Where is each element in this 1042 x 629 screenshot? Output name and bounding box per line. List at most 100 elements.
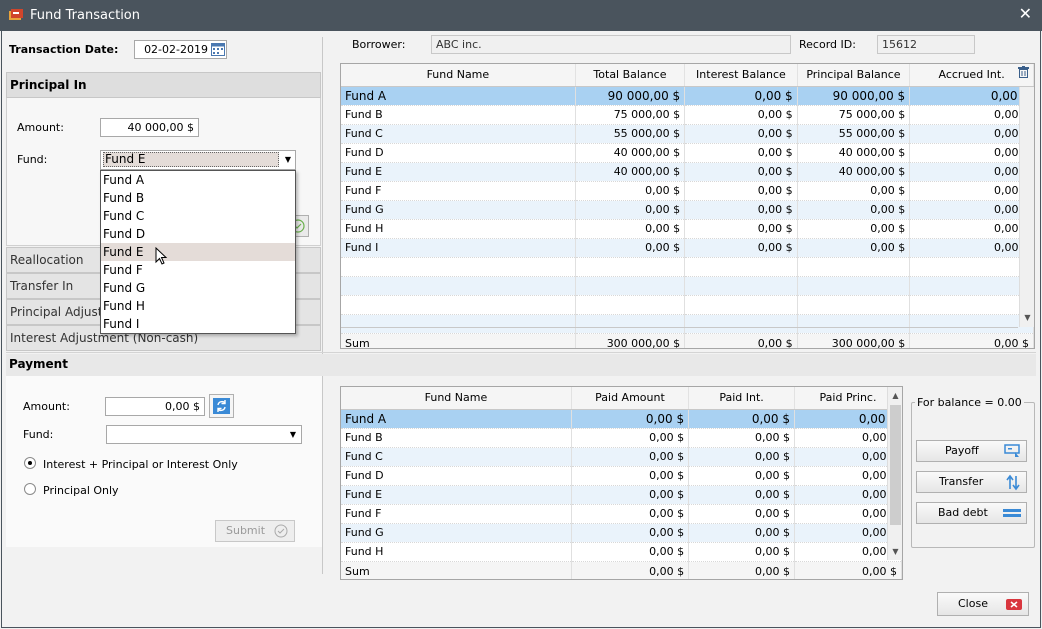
transfer-button[interactable]: Transfer <box>916 471 1027 493</box>
table-row[interactable]: Fund H 0,00 $0,00 $0,00 $ <box>341 542 902 562</box>
calendar-icon[interactable] <box>211 42 225 56</box>
chevron-down-icon[interactable]: ▼ <box>285 426 301 443</box>
payment-submit-button[interactable]: Submit <box>215 520 295 542</box>
table-cell: 0,00 $ <box>575 238 686 258</box>
dropdown-option[interactable]: Fund E <box>101 243 295 261</box>
dropdown-option[interactable]: Fund C <box>101 207 295 225</box>
transfer-label: Transfer <box>939 475 984 488</box>
table-cell: 40 000,00 $ <box>797 162 911 182</box>
table-row[interactable]: Fund G 0,00 $0,00 $0,00 $ <box>341 523 902 543</box>
dropdown-option[interactable]: Fund A <box>101 171 295 189</box>
table-row[interactable]: Fund B 75 000,00 $0,00 $75 000,00 $0,00 $ <box>341 105 1034 125</box>
principal-amount-input[interactable]: 40 000,00 $ <box>100 118 199 137</box>
table-cell: 0,00 $ <box>684 219 798 239</box>
scroll-down-icon[interactable]: ▼ <box>1020 311 1034 325</box>
table-row[interactable]: Fund C 55 000,00 $0,00 $55 000,00 $0,00 $ <box>341 124 1034 144</box>
fund-name-cell: Fund E <box>341 485 572 505</box>
radio-principal-only[interactable] <box>24 483 36 495</box>
scroll-thumb[interactable] <box>890 405 901 525</box>
table-cell: 0,00 $ <box>794 542 902 562</box>
payoff-icon <box>1004 444 1020 457</box>
payment-fund-select[interactable] <box>106 425 302 444</box>
table-cell: 0,00 $ <box>684 181 798 201</box>
empty-cell <box>575 314 686 334</box>
borrower-label: Borrower: <box>352 38 406 51</box>
sum-row: Sum 300 000,00 $0,00 $300 000,00 $0,00 $ <box>341 333 1034 348</box>
table-cell: 0,00 $ <box>688 542 796 562</box>
table-cell: 0,00 $ <box>909 181 1034 201</box>
dropdown-option[interactable]: Fund B <box>101 189 295 207</box>
chevron-down-icon[interactable]: ▼ <box>280 151 296 168</box>
column-header: Fund Name <box>341 64 576 87</box>
empty-row <box>341 295 1034 315</box>
table-row[interactable]: Fund G 0,00 $0,00 $0,00 $0,00 $ <box>341 200 1034 220</box>
scroll-up-icon[interactable]: ▲ <box>888 389 902 403</box>
column-header: Paid Amount <box>571 387 690 410</box>
fund-name-cell: Fund F <box>341 181 576 201</box>
table-row[interactable]: Fund D 0,00 $0,00 $0,00 $ <box>341 466 902 486</box>
table-row[interactable]: Fund C 0,00 $0,00 $0,00 $ <box>341 447 902 467</box>
record-id-label: Record ID: <box>799 38 856 51</box>
table-cell: 0,00 $ <box>575 200 686 220</box>
fund-name-cell: Fund B <box>341 105 576 125</box>
column-header: Interest Balance <box>684 64 798 87</box>
borrower-field[interactable]: ABC inc. <box>431 35 791 54</box>
dropdown-option[interactable]: Fund I <box>101 315 295 333</box>
payment-amount-input[interactable]: 0,00 $ <box>105 397 205 416</box>
payoff-button[interactable]: Payoff <box>916 440 1027 462</box>
table-cell: 0,00 $ <box>797 219 911 239</box>
radio-interest-principal-label[interactable]: Interest + Principal or Interest Only <box>43 458 238 471</box>
table-row[interactable]: Fund I 0,00 $0,00 $0,00 $0,00 $ <box>341 238 1034 258</box>
principal-fund-select[interactable]: Fund E <box>100 150 296 170</box>
payment-header[interactable]: Payment <box>9 357 68 371</box>
table-cell: 0,00 $ <box>909 143 1034 163</box>
table-row[interactable]: Fund A 90 000,00 $0,00 $90 000,00 $0,00 $ <box>341 86 1034 106</box>
empty-cell <box>909 276 1034 296</box>
empty-cell <box>909 314 1034 334</box>
dropdown-option[interactable]: Fund G <box>101 279 295 297</box>
column-header: Paid Int. <box>688 387 796 410</box>
table-cell: 0,00 $ <box>571 523 690 543</box>
trash-icon[interactable] <box>1018 66 1029 78</box>
table-row[interactable]: Fund A 0,00 $0,00 $0,00 $ <box>341 409 902 429</box>
table-row[interactable]: Fund H 0,00 $0,00 $0,00 $0,00 $ <box>341 219 1034 239</box>
table-row[interactable]: Fund B 0,00 $0,00 $0,00 $ <box>341 428 902 448</box>
sum-cell: 300 000,00 $ <box>797 333 911 348</box>
record-id-field[interactable]: 15612 <box>877 35 975 54</box>
table-cell: 0,00 $ <box>909 124 1034 144</box>
balances-scrollbar[interactable]: ▼ <box>1019 87 1034 327</box>
table-row[interactable]: Fund E 0,00 $0,00 $0,00 $ <box>341 485 902 505</box>
radio-principal-only-label[interactable]: Principal Only <box>43 484 119 497</box>
empty-cell <box>797 257 911 277</box>
column-header: Paid Princ. <box>794 387 902 410</box>
refresh-button[interactable] <box>209 394 234 418</box>
radio-interest-principal[interactable] <box>24 457 36 469</box>
payoff-label: Payoff <box>945 444 979 457</box>
fund-balances-grid[interactable]: Fund Name Total Balance Interest Balance Pr… <box>340 63 1035 349</box>
sum-cell: 0,00 $ <box>688 561 796 579</box>
table-row[interactable]: Fund E 40 000,00 $0,00 $40 000,00 $0,00 $ <box>341 162 1034 182</box>
dropdown-option[interactable]: Fund H <box>101 297 295 315</box>
principal-in-header[interactable]: Principal In <box>6 72 321 98</box>
bad-debt-button[interactable]: Bad debt <box>916 502 1027 524</box>
principal-fund-dropdown-list[interactable]: Fund A Fund B Fund C Fund D Fund E Fund F Fund… <box>100 170 296 334</box>
paid-amounts-grid[interactable]: Fund Name Paid Amount Paid Int. Paid Princ.… <box>340 386 903 580</box>
table-row[interactable]: Fund F 0,00 $0,00 $0,00 $ <box>341 504 902 524</box>
table-cell: 0,00 $ <box>794 485 902 505</box>
window-title: Fund Transaction <box>30 8 140 23</box>
column-header: Fund Name <box>341 387 572 410</box>
paid-scrollbar[interactable]: ▲ ▼ <box>887 387 902 560</box>
sum-cell: 0,00 $ <box>909 333 1034 348</box>
dropdown-option[interactable]: Fund D <box>101 225 295 243</box>
sum-label: Sum <box>341 333 576 348</box>
table-cell: 0,00 $ <box>684 124 798 144</box>
close-button[interactable]: Close <box>937 592 1029 616</box>
empty-cell <box>909 257 1034 277</box>
table-row[interactable]: Fund F 0,00 $0,00 $0,00 $0,00 $ <box>341 181 1034 201</box>
fund-name-cell: Fund G <box>341 200 576 220</box>
close-icon[interactable]: ✕ <box>1019 6 1032 22</box>
dropdown-option[interactable]: Fund F <box>101 261 295 279</box>
table-row[interactable]: Fund D 40 000,00 $0,00 $40 000,00 $0,00 $ <box>341 143 1034 163</box>
scroll-down-icon[interactable]: ▼ <box>888 545 902 559</box>
sum-cell: 300 000,00 $ <box>575 333 686 348</box>
